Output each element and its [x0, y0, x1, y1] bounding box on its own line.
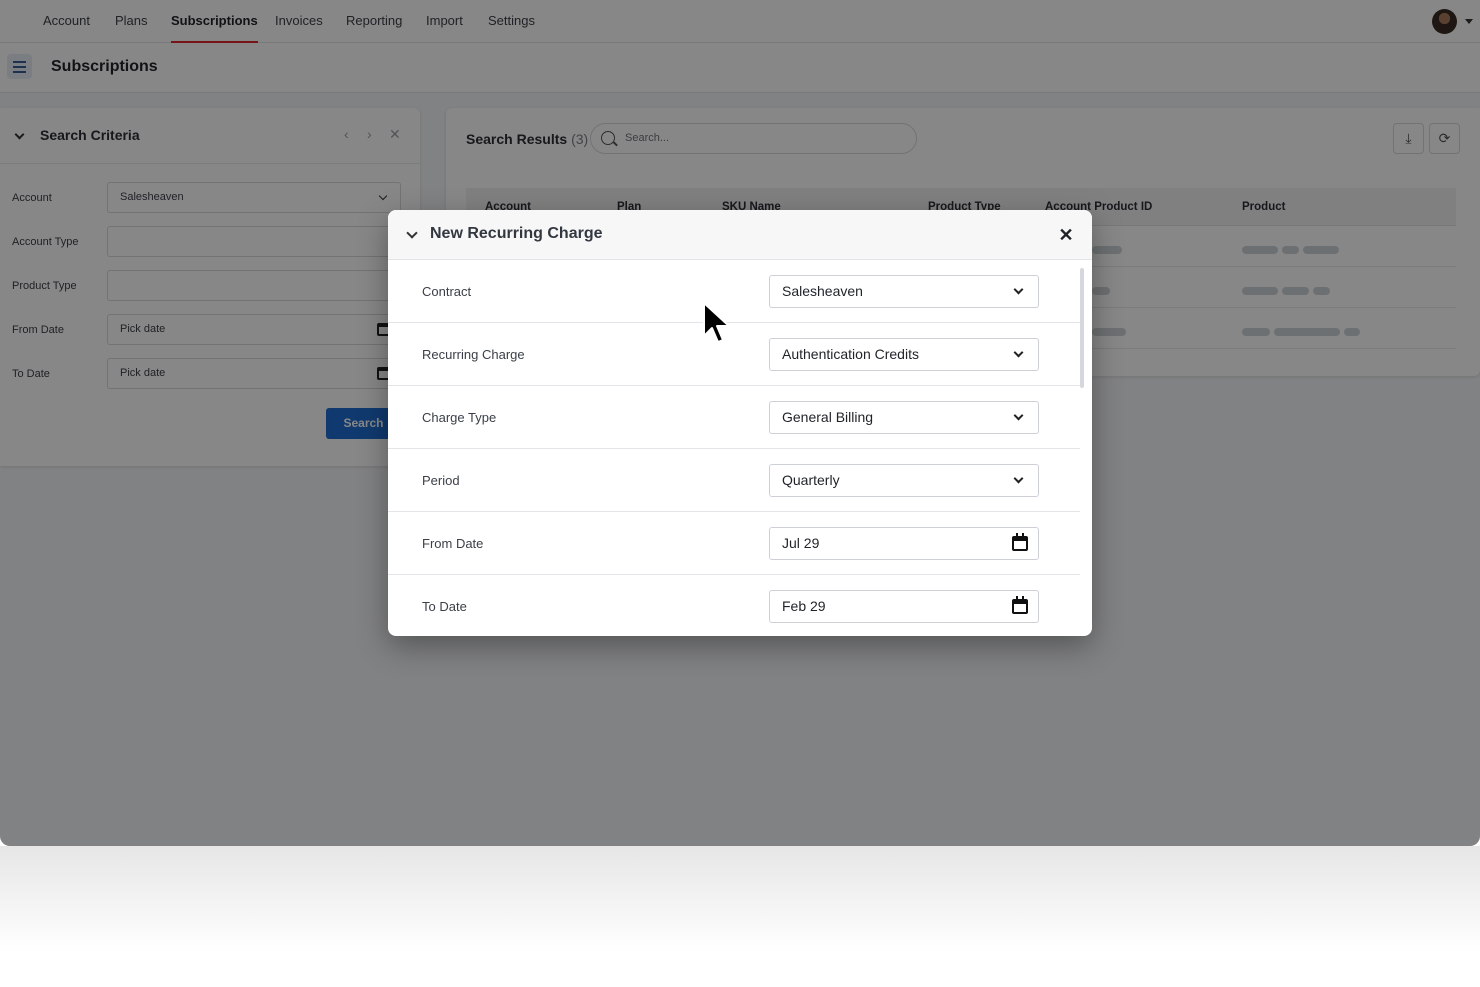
recurring-charge-label: Recurring Charge [422, 347, 525, 362]
from-date-row: From Date Jul 29 [388, 512, 1080, 575]
recurring-charge-value: Authentication Credits [782, 346, 919, 362]
charge-type-row: Charge Type General Billing [388, 386, 1080, 449]
chevron-down-icon [1013, 284, 1024, 295]
from-date-label: From Date [422, 536, 484, 551]
new-recurring-charge-dialog: New Recurring Charge ✕ Contract Saleshea… [388, 210, 1092, 636]
charge-type-value: General Billing [782, 409, 874, 425]
from-date-value: Jul 29 [782, 535, 820, 551]
period-select[interactable]: Quarterly [769, 464, 1039, 497]
chevron-down-icon [1013, 410, 1024, 421]
dialog-title: New Recurring Charge [430, 225, 603, 242]
recurring-charge-select[interactable]: Authentication Credits [769, 338, 1039, 371]
chevron-down-icon [1013, 473, 1024, 484]
calendar-icon[interactable] [1012, 533, 1028, 551]
to-date-value: Feb 29 [782, 598, 826, 614]
to-date-row: To Date Feb 29 [388, 575, 1080, 636]
contract-value: Salesheaven [782, 283, 863, 299]
to-date-input[interactable]: Feb 29 [769, 590, 1039, 623]
period-value: Quarterly [782, 472, 840, 488]
dialog-scrollbar[interactable] [1080, 268, 1084, 388]
period-label: Period [422, 473, 460, 488]
calendar-icon[interactable] [1012, 596, 1028, 614]
mouse-cursor [703, 302, 730, 343]
chevron-down-icon [1013, 347, 1024, 358]
contract-select[interactable]: Salesheaven [769, 275, 1039, 308]
dialog-header: New Recurring Charge ✕ [388, 210, 1092, 260]
to-date-label: To Date [422, 599, 467, 614]
charge-type-select[interactable]: General Billing [769, 401, 1039, 434]
page-shadow [0, 846, 1480, 987]
contract-label: Contract [422, 284, 472, 299]
charge-type-label: Charge Type [422, 410, 497, 425]
period-row: Period Quarterly [388, 449, 1080, 512]
from-date-input[interactable]: Jul 29 [769, 527, 1039, 560]
close-icon[interactable]: ✕ [1056, 225, 1076, 245]
chevron-down-icon[interactable] [406, 227, 418, 239]
